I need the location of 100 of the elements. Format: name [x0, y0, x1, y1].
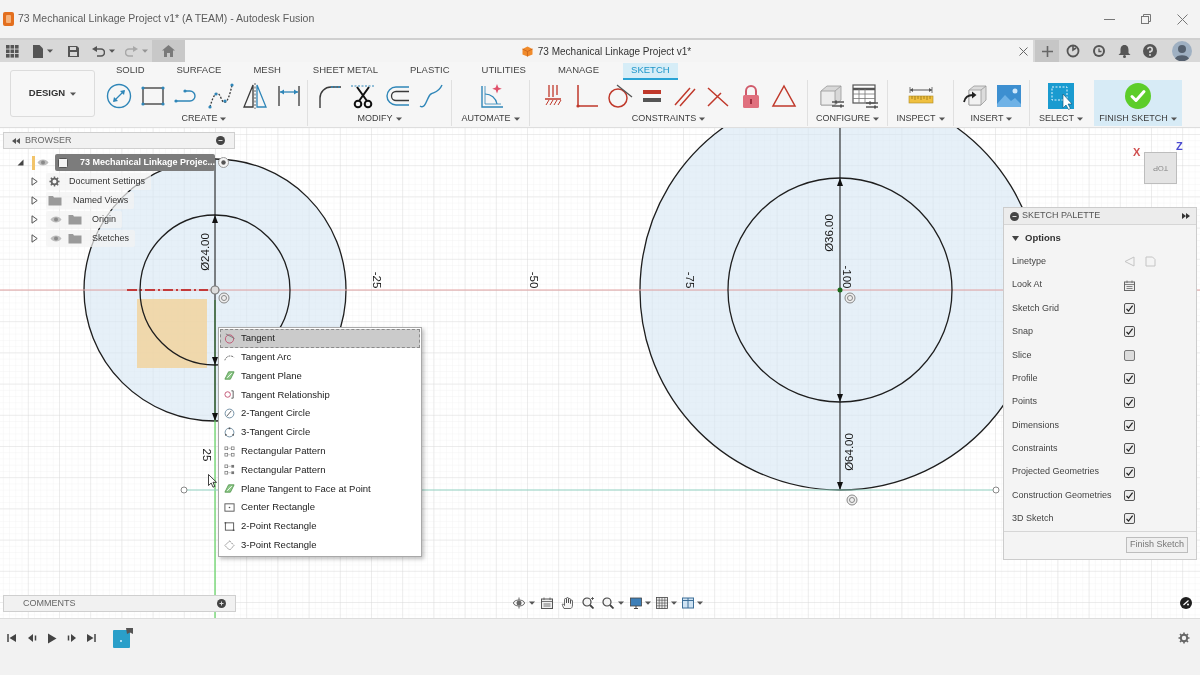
- minus-circle-icon[interactable]: [216, 136, 225, 145]
- caret-icon[interactable]: [47, 49, 53, 53]
- caret-icon[interactable]: [1170, 116, 1177, 121]
- expander-icon[interactable]: [17, 159, 24, 166]
- calendar-icon[interactable]: [1124, 279, 1135, 291]
- caret-icon[interactable]: [529, 601, 535, 605]
- selection-box-icon[interactable]: [1047, 82, 1075, 110]
- tree-item[interactable]: 73 Mechanical Linkage Projec...: [55, 154, 215, 171]
- scissors-icon[interactable]: [348, 82, 377, 110]
- expander-icon[interactable]: [31, 234, 38, 243]
- group-menu[interactable]: CREATE: [181, 112, 227, 126]
- tree-item[interactable]: Sketches: [46, 230, 136, 247]
- menu-item[interactable]: Rectangular Pattern: [220, 460, 420, 480]
- group-menu[interactable]: SELECT: [1039, 112, 1083, 126]
- caret-icon[interactable]: [1077, 116, 1083, 121]
- double-arrow-icon[interactable]: [1182, 213, 1190, 219]
- hand-icon[interactable]: [561, 597, 573, 609]
- ribbon-tab[interactable]: UTILITIES: [473, 63, 534, 80]
- maximize-icon[interactable]: [1141, 14, 1151, 24]
- caret-icon[interactable]: [697, 601, 703, 605]
- menu-item[interactable]: 3-Point Rectangle: [220, 535, 420, 555]
- caret-icon[interactable]: [671, 601, 677, 605]
- expander-icon[interactable]: [1012, 236, 1019, 241]
- checkbox[interactable]: [1124, 443, 1135, 455]
- caret-icon[interactable]: [70, 91, 77, 96]
- menu-item[interactable]: Tangent Plane: [220, 366, 420, 386]
- circle-icon[interactable]: [105, 82, 133, 110]
- bell-icon[interactable]: [1118, 44, 1131, 58]
- zoom-icon[interactable]: [582, 597, 594, 609]
- viewports-icon[interactable]: [682, 597, 694, 609]
- minus-circle-icon[interactable]: [1010, 211, 1019, 221]
- menu-item[interactable]: Center Rectangle: [220, 498, 420, 517]
- checkbox[interactable]: [1124, 373, 1135, 385]
- group-menu[interactable]: AUTOMATE: [461, 112, 520, 126]
- ribbon-tab[interactable]: MANAGE: [549, 63, 608, 80]
- caret-icon[interactable]: [109, 49, 115, 53]
- checkbox[interactable]: [1124, 396, 1135, 408]
- checkbox[interactable]: [1124, 490, 1135, 502]
- triangle-icon[interactable]: [770, 82, 798, 110]
- menu-item[interactable]: 3-Tangent Circle: [220, 423, 420, 442]
- workspace-menu[interactable]: DESIGN: [10, 70, 95, 117]
- save-icon[interactable]: [68, 45, 79, 57]
- group-menu[interactable]: INSPECT: [896, 112, 945, 126]
- eye-icon[interactable]: [50, 234, 62, 243]
- ribbon-tab[interactable]: SURFACE: [168, 63, 230, 80]
- expander-icon[interactable]: [31, 177, 38, 186]
- group-menu[interactable]: CONSTRAINTS: [631, 112, 706, 126]
- ribbon-tab[interactable]: MESH: [245, 63, 289, 80]
- caret-icon[interactable]: [873, 116, 879, 121]
- expander-icon[interactable]: [31, 196, 38, 205]
- eye-icon[interactable]: [37, 158, 49, 167]
- menu-item[interactable]: Tangent Relationship: [220, 385, 420, 405]
- ribbon-tab[interactable]: SHEET METAL: [304, 63, 386, 80]
- tree-item[interactable]: Origin: [46, 211, 122, 228]
- plus-circle-icon[interactable]: [217, 599, 226, 608]
- ribbon-tab[interactable]: PLASTIC: [401, 63, 458, 80]
- calendar-icon[interactable]: [541, 597, 553, 609]
- group-menu[interactable]: CONFIGURE: [816, 112, 879, 126]
- checkbox[interactable]: [1124, 349, 1135, 361]
- file-icon[interactable]: [33, 44, 43, 58]
- caret-icon[interactable]: [1006, 116, 1013, 121]
- caret-icon[interactable]: [395, 116, 402, 121]
- new-tab-button[interactable]: [1035, 40, 1059, 62]
- skip-end-icon[interactable]: [86, 633, 96, 643]
- image-icon[interactable]: [994, 82, 1023, 110]
- play-icon[interactable]: [47, 632, 57, 644]
- mirror-icon[interactable]: [241, 82, 269, 110]
- menu-item[interactable]: Tangent Arc: [220, 347, 420, 367]
- grid-icon[interactable]: [656, 597, 668, 609]
- monitor-icon[interactable]: [630, 597, 642, 609]
- caret-icon[interactable]: [220, 116, 227, 121]
- clock-icon[interactable]: [1092, 44, 1106, 58]
- help-icon[interactable]: [1143, 44, 1157, 58]
- checkbox[interactable]: [1124, 466, 1135, 478]
- step-back-icon[interactable]: [27, 633, 37, 643]
- finish-sketch-button[interactable]: Finish Sketch: [1125, 537, 1188, 553]
- orbit-icon[interactable]: [513, 597, 525, 609]
- menu-item[interactable]: 2-Tangent Circle: [220, 404, 420, 423]
- tree-item[interactable]: Named Views: [46, 192, 135, 209]
- document-tab[interactable]: 73 Mechanical Linkage Project v1*: [185, 40, 1033, 62]
- apps-grid-icon[interactable]: [6, 44, 19, 58]
- menu-item[interactable]: Tangent: [220, 329, 420, 348]
- expander-icon[interactable]: [31, 215, 38, 224]
- double-arrow-icon[interactable]: [12, 137, 20, 144]
- dark-circle-icon[interactable]: [1180, 597, 1192, 609]
- spline-icon[interactable]: [207, 82, 235, 110]
- circle-tangent-icon[interactable]: [605, 82, 633, 110]
- undo-icon[interactable]: [92, 45, 105, 57]
- skip-start-icon[interactable]: [7, 633, 17, 643]
- avatar-icon[interactable]: [1172, 41, 1192, 61]
- table-sliders-icon[interactable]: [850, 82, 879, 110]
- caret-icon[interactable]: [699, 116, 706, 121]
- menu-item[interactable]: Plane Tangent to Face at Point: [220, 479, 420, 499]
- checkbox[interactable]: [1124, 302, 1135, 314]
- home-button[interactable]: [152, 40, 185, 62]
- eye-icon[interactable]: [50, 215, 62, 224]
- gear-icon[interactable]: [1178, 632, 1190, 644]
- square-flag-icon[interactable]: [112, 627, 134, 649]
- check-circle-icon[interactable]: [1124, 82, 1152, 110]
- menu-item[interactable]: Rectangular Pattern: [220, 441, 420, 461]
